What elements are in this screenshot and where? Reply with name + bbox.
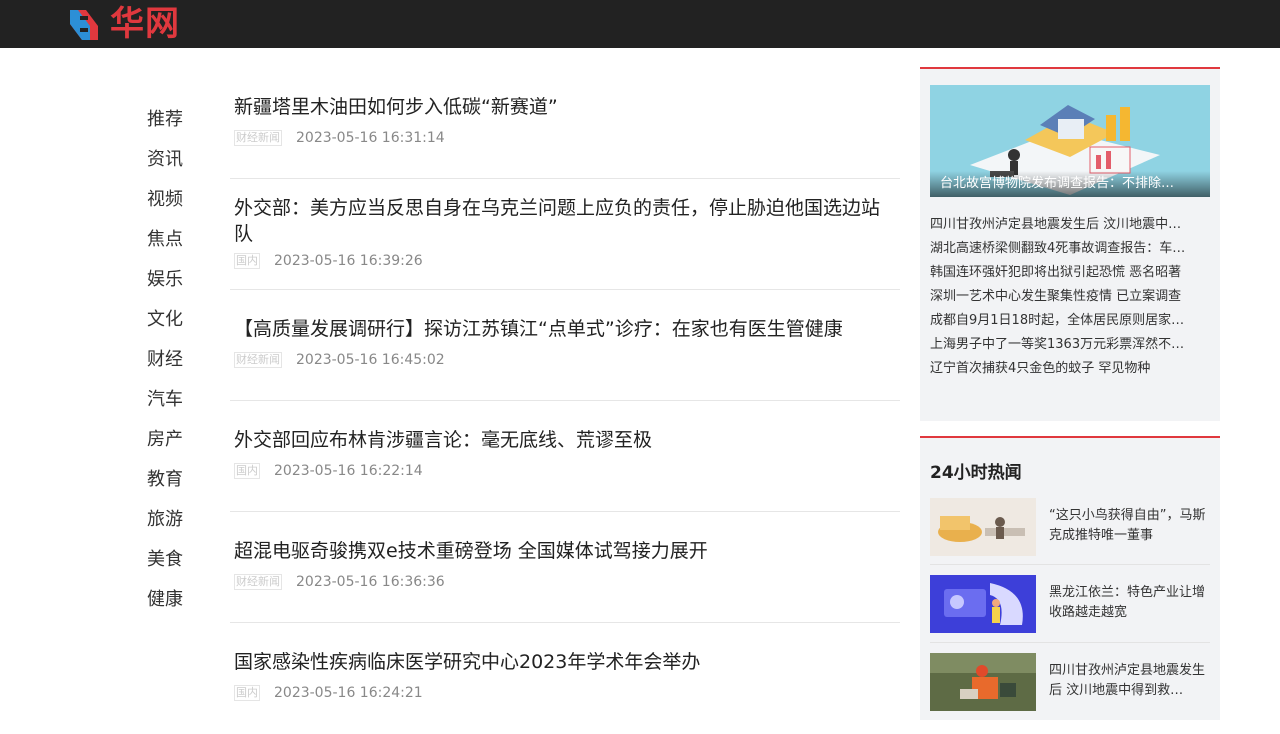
site-logo[interactable]: 华网 <box>66 6 180 42</box>
side-link[interactable]: 深圳一艺术中心发生聚集性疫情 已立案调查 <box>930 285 1210 309</box>
hot-news-text[interactable]: 黑龙江依兰：特色产业让增收路越走越宽 <box>1049 583 1209 623</box>
news-item: 国家感染性疾病临床医学研究中心2023年学术年会举办 国内 2023-05-16… <box>230 623 900 734</box>
news-time: 2023-05-16 16:31:14 <box>296 130 445 146</box>
news-item: 外交部：美方应当反思自身在乌克兰问题上应负的责任，停止胁迫他国选边站队 国内 2… <box>230 179 900 290</box>
nav-item[interactable]: 文化 <box>130 300 200 340</box>
news-item: 超混电驱奇骏携双e技术重磅登场 全国媒体试驾接力展开 财经新闻 2023-05-… <box>230 512 900 623</box>
news-tag[interactable]: 财经新闻 <box>234 574 282 590</box>
hot-news-item[interactable]: 黑龙江依兰：特色产业让增收路越走越宽 <box>930 575 1210 633</box>
hot-news-thumbnail <box>930 498 1036 556</box>
news-tag[interactable]: 国内 <box>234 685 260 701</box>
side-link[interactable]: 上海男子中了一等奖1363万元彩票浑然不… <box>930 333 1210 357</box>
news-time: 2023-05-16 16:22:14 <box>274 463 423 479</box>
news-item: 新疆塔里木油田如何步入低碳“新赛道” 财经新闻 2023-05-16 16:31… <box>230 68 900 179</box>
news-meta: 财经新闻 2023-05-16 16:31:14 <box>234 130 896 146</box>
news-tag[interactable]: 财经新闻 <box>234 352 282 368</box>
nav-item[interactable]: 教育 <box>130 460 200 500</box>
news-meta: 国内 2023-05-16 16:24:21 <box>234 685 896 701</box>
divider <box>930 642 1210 643</box>
s-logo-icon <box>66 6 102 42</box>
news-tag[interactable]: 财经新闻 <box>234 130 282 146</box>
news-time: 2023-05-16 16:45:02 <box>296 352 445 368</box>
side-link[interactable]: 成都自9月1日18时起，全体居民原则居家… <box>930 309 1210 333</box>
nav-item[interactable]: 资讯 <box>130 140 200 180</box>
news-item: 外交部回应布林肯涉疆言论：毫无底线、荒谬至极 国内 2023-05-16 16:… <box>230 401 900 512</box>
news-time: 2023-05-16 16:39:26 <box>274 253 423 269</box>
nav-item[interactable]: 旅游 <box>130 500 200 540</box>
side-link-list: 四川甘孜州泸定县地震发生后 汶川地震中… 湖北高速桥梁侧翻致4死事故调查报告：车… <box>930 213 1210 381</box>
top-header: 华网 <box>0 0 1280 48</box>
nav-item[interactable]: 视频 <box>130 180 200 220</box>
news-time: 2023-05-16 16:36:36 <box>296 574 445 590</box>
nav-item[interactable]: 美食 <box>130 540 200 580</box>
nav-item[interactable]: 健康 <box>130 580 200 620</box>
hot-news-item[interactable]: “这只小鸟获得自由”，马斯克成推特唯一董事 <box>930 498 1210 556</box>
side-link[interactable]: 辽宁首次捕获4只金色的蚊子 罕见物种 <box>930 357 1210 381</box>
featured-image[interactable]: 台北故宫博物院发布调查报告：不排除… <box>930 85 1210 197</box>
hot-news-thumbnail <box>930 653 1036 711</box>
divider <box>930 564 1210 565</box>
news-title[interactable]: 超混电驱奇骏携双e技术重磅登场 全国媒体试驾接力展开 <box>234 538 896 564</box>
news-title[interactable]: 外交部：美方应当反思自身在乌克兰问题上应负的责任，停止胁迫他国选边站队 <box>234 195 896 247</box>
nav-item[interactable]: 汽车 <box>130 380 200 420</box>
nav-item[interactable]: 房产 <box>130 420 200 460</box>
featured-caption[interactable]: 台北故宫博物院发布调查报告：不排除… <box>930 171 1210 197</box>
news-title[interactable]: 国家感染性疾病临床医学研究中心2023年学术年会举办 <box>234 649 896 675</box>
news-item: 【高质量发展调研行】探访江苏镇江“点单式”诊疗：在家也有医生管健康 财经新闻 2… <box>230 290 900 401</box>
featured-panel: 台北故宫博物院发布调查报告：不排除… 四川甘孜州泸定县地震发生后 汶川地震中… … <box>920 67 1220 421</box>
nav-item[interactable]: 焦点 <box>130 220 200 260</box>
nav-item[interactable]: 推荐 <box>130 100 200 140</box>
nav-item[interactable]: 财经 <box>130 340 200 380</box>
news-meta: 财经新闻 2023-05-16 16:45:02 <box>234 352 896 368</box>
hot-news-panel: 24小时热闻 “这只小鸟获得自由”，马斯克成推特唯一董事 黑龙江依兰：特色产业让… <box>920 436 1220 720</box>
side-link[interactable]: 韩国连环强奸犯即将出狱引起恐慌 恶名昭著 <box>930 261 1210 285</box>
hot-news-text[interactable]: 四川甘孜州泸定县地震发生后 汶川地震中得到救… <box>1049 661 1209 701</box>
news-title[interactable]: 外交部回应布林肯涉疆言论：毫无底线、荒谬至极 <box>234 427 896 453</box>
news-meta: 国内 2023-05-16 16:22:14 <box>234 463 896 479</box>
news-meta: 财经新闻 2023-05-16 16:36:36 <box>234 574 896 590</box>
news-feed: 新疆塔里木油田如何步入低碳“新赛道” 财经新闻 2023-05-16 16:31… <box>230 68 900 734</box>
nav-item[interactable]: 娱乐 <box>130 260 200 300</box>
news-title[interactable]: 【高质量发展调研行】探访江苏镇江“点单式”诊疗：在家也有医生管健康 <box>234 316 896 342</box>
side-link[interactable]: 湖北高速桥梁侧翻致4死事故调查报告：车… <box>930 237 1210 261</box>
hot-news-thumbnail <box>930 575 1036 633</box>
news-meta: 国内 2023-05-16 16:39:26 <box>234 253 896 269</box>
news-tag[interactable]: 国内 <box>234 463 260 479</box>
hot-news-item[interactable]: 四川甘孜州泸定县地震发生后 汶川地震中得到救… <box>930 653 1210 711</box>
logo-text: 华网 <box>110 4 180 44</box>
news-time: 2023-05-16 16:24:21 <box>274 685 423 701</box>
side-link[interactable]: 四川甘孜州泸定县地震发生后 汶川地震中… <box>930 213 1210 237</box>
news-tag[interactable]: 国内 <box>234 253 260 269</box>
hot-news-title: 24小时热闻 <box>930 463 1022 483</box>
hot-news-text[interactable]: “这只小鸟获得自由”，马斯克成推特唯一董事 <box>1049 506 1209 546</box>
news-title[interactable]: 新疆塔里木油田如何步入低碳“新赛道” <box>234 94 896 120</box>
channel-nav: 推荐 资讯 视频 焦点 娱乐 文化 财经 汽车 房产 教育 旅游 美食 健康 <box>130 100 200 620</box>
